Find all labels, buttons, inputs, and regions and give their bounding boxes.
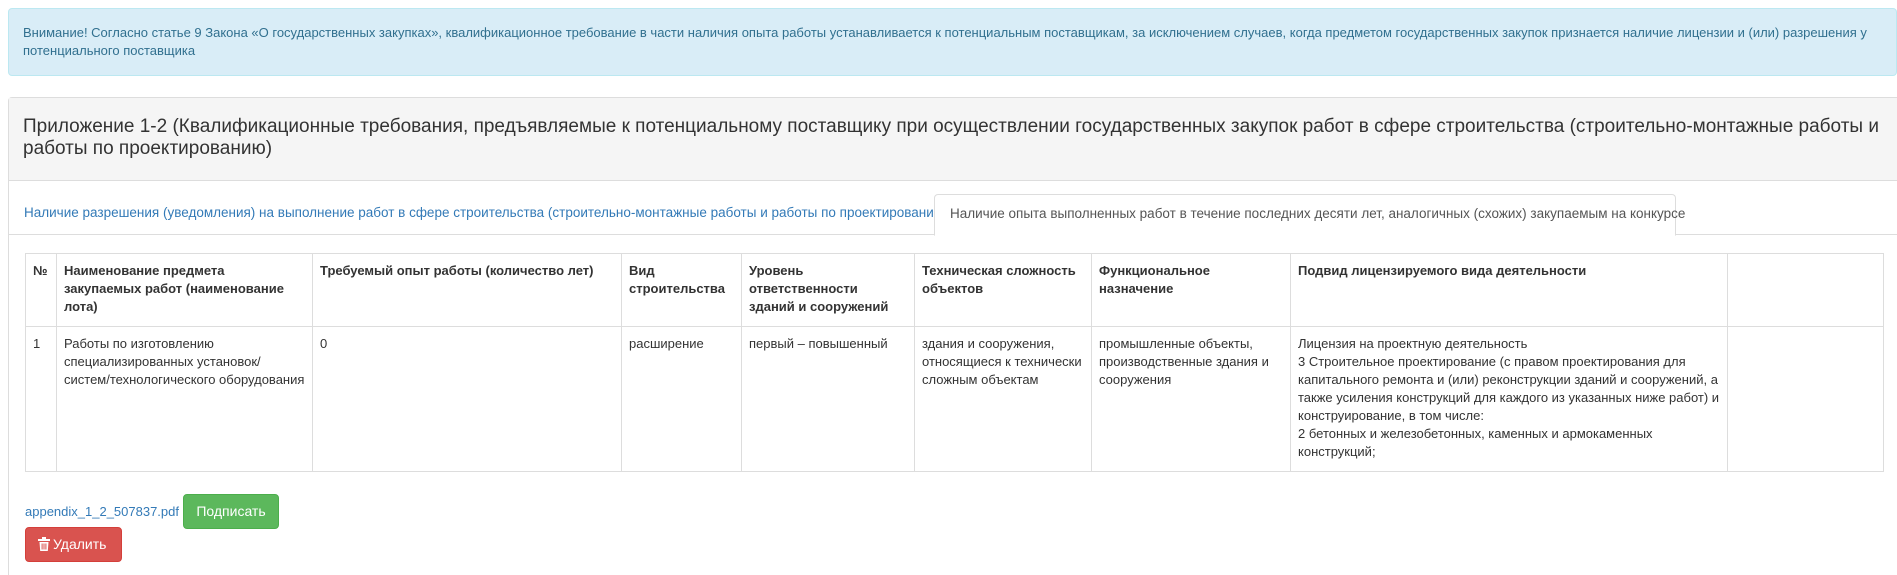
warning-alert: Внимание! Согласно статье 9 Закона «О го…	[8, 8, 1897, 76]
cell-lot-name: Работы по изготовлению специализированны…	[56, 326, 313, 472]
cell-technical-complexity: здания и сооружения, относящиеся к техни…	[914, 326, 1092, 472]
cell-license-subtype: Лицензия на проектную деятельность 3 Стр…	[1290, 326, 1728, 472]
column-header-responsibility-level: Уровень ответственности зданий и сооруже…	[741, 253, 915, 327]
column-header-functional-purpose: Функциональное назначение	[1091, 253, 1291, 327]
column-header-license-subtype: Подвид лицензируемого вида деятельности	[1290, 253, 1728, 327]
cell-experience: 0	[312, 326, 622, 472]
column-header-construction-type: Вид строительства	[621, 253, 742, 327]
column-header-lot-name: Наименование предмета закупаемых работ (…	[56, 253, 313, 327]
column-header-technical-complexity: Техническая сложность объектов	[914, 253, 1092, 327]
delete-button[interactable]: Удалить	[25, 527, 122, 562]
cell-construction-type: расширение	[621, 326, 742, 472]
column-header-number: №	[25, 253, 57, 327]
column-header-experience: Требуемый опыт работы (количество лет)	[312, 253, 622, 327]
tab-experience[interactable]: Наличие опыта выполненных работ в течени…	[934, 194, 1685, 236]
requirements-table: № Наименование предмета закупаемых работ…	[25, 253, 1884, 472]
appendix-panel: Приложение 1-2 (Квалификационные требова…	[8, 97, 1897, 575]
cell-functional-purpose: промышленные объекты, производственные з…	[1091, 326, 1291, 472]
table-row: 1 Работы по изготовлению специализирован…	[25, 326, 1884, 472]
cell-responsibility-level: первый – повышенный	[741, 326, 915, 472]
tab-permission[interactable]: Наличие разрешения (уведомления) на выпо…	[9, 194, 963, 235]
tab-bar: Наличие разрешения (уведомления) на выпо…	[9, 194, 1897, 236]
cell-empty	[1727, 326, 1884, 472]
column-header-empty	[1727, 253, 1884, 327]
delete-button-label: Удалить	[53, 536, 107, 552]
sign-button[interactable]: Подписать	[183, 494, 279, 529]
cell-number: 1	[25, 326, 57, 472]
trash-icon	[38, 530, 50, 563]
file-link[interactable]: appendix_1_2_507837.pdf	[25, 504, 179, 519]
table-header-row: № Наименование предмета закупаемых работ…	[25, 253, 1884, 327]
panel-title: Приложение 1-2 (Квалификационные требова…	[9, 98, 1897, 181]
